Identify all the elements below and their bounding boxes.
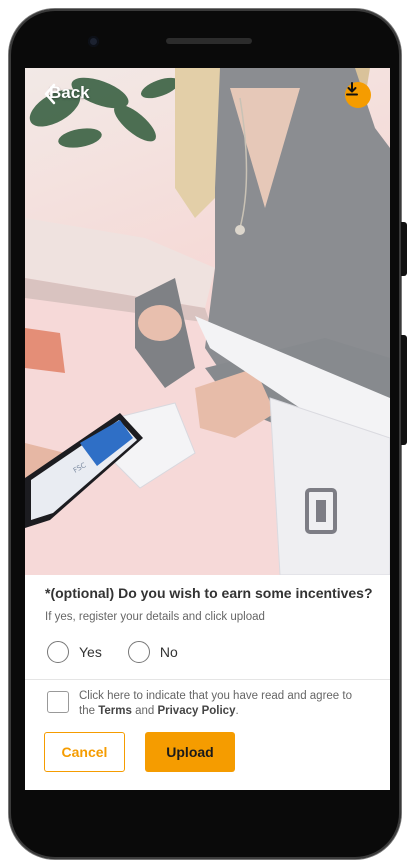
radio-yes-circle[interactable] [47,641,69,663]
back-button[interactable]: Back [43,83,90,105]
divider [25,679,390,680]
volume-button [401,222,407,276]
incentive-form: *(optional) Do you wish to earn some inc… [25,575,390,790]
agree-checkbox[interactable] [47,691,69,713]
download-button[interactable] [345,82,371,108]
terms-agreement: Click here to indicate that you have rea… [47,689,367,719]
payment-scene-illustration: FSC [25,68,390,575]
app-screen: FSC Back *(optional) Do you wish to earn… [25,68,390,790]
radio-no-label: No [159,644,178,660]
agree-text: Click here to indicate that you have rea… [79,689,367,719]
agree-suffix: . [235,705,239,717]
terms-link[interactable]: Terms [98,705,132,717]
power-button [401,335,407,445]
front-camera [88,36,99,47]
phone-speaker [166,38,252,44]
incentive-radio-group: Yes No [47,641,178,663]
agree-conjunction: and [135,705,155,717]
radio-yes-label: Yes [79,644,102,660]
incentive-question: *(optional) Do you wish to earn some inc… [45,585,373,601]
radio-no-circle[interactable] [127,641,150,663]
radio-no[interactable]: No [127,641,178,663]
privacy-policy-link[interactable]: Privacy Policy [157,705,235,717]
cancel-button[interactable]: Cancel [44,732,125,772]
radio-yes[interactable]: Yes [47,641,102,663]
hero-photo: FSC Back [25,68,390,575]
incentive-hint: If yes, register your details and click … [45,611,265,623]
upload-button[interactable]: Upload [145,732,235,772]
